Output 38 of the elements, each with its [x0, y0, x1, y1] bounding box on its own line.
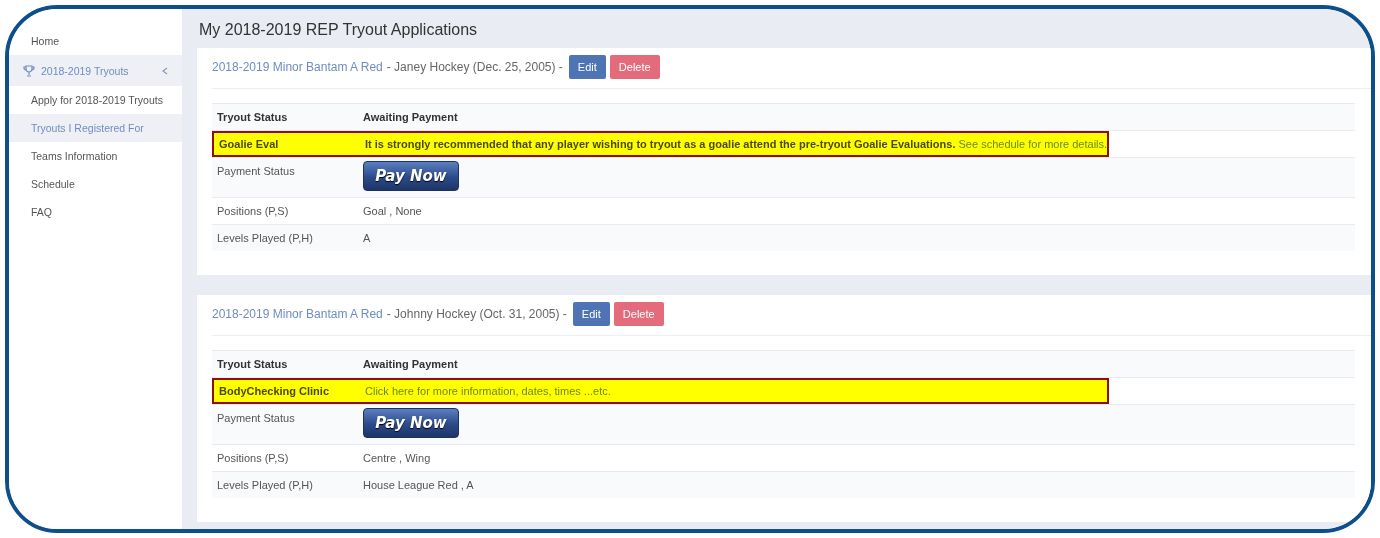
- alert-text: It is strongly recommended that any player wishing to tryout as a goalie attend the pre-tryout Goalie Evaluations.: [365, 138, 956, 150]
- table-cell-text: House League Red , A: [363, 478, 474, 491]
- table-cell-text: Goal , None: [363, 204, 422, 217]
- table-cell-text: Levels Played (P,H): [216, 231, 314, 244]
- player-name: - Janey Hockey (Dec. 25, 2005) -: [386, 60, 563, 74]
- table-cell-text: Centre , Wing: [363, 451, 431, 464]
- division-link[interactable]: 2018-2019 Minor Bantam A Red: [212, 307, 383, 321]
- sidebar-item[interactable]: 2018-2019 Tryouts: [9, 55, 182, 86]
- edit-button[interactable]: Edit: [568, 55, 606, 79]
- division-link[interactable]: 2018-2019 Minor Bantam A Red: [212, 60, 383, 74]
- alert-label: BodyChecking Clinic: [218, 385, 331, 397]
- edit-button[interactable]: Edit: [572, 302, 610, 326]
- page-title: My 2018-2019 REP Tryout Applications: [199, 21, 479, 39]
- table-cell-text: Positions (P,S): [216, 451, 290, 464]
- sidebar-subitem[interactable]: FAQ: [9, 198, 182, 226]
- table-header: Awaiting Payment: [363, 110, 458, 123]
- alert-label: Goalie Eval: [218, 138, 280, 150]
- table-header: Tryout Status: [216, 357, 289, 370]
- table-cell-text: Positions (P,S): [216, 204, 290, 217]
- sidebar-item[interactable]: Home: [9, 27, 182, 55]
- sidebar-subitem[interactable]: Teams Information: [9, 142, 182, 170]
- sidebar-subitem[interactable]: Schedule: [9, 170, 182, 198]
- details-link[interactable]: See schedule for more details.: [958, 138, 1108, 150]
- delete-button[interactable]: Delete: [609, 55, 660, 79]
- table-cell-text: Payment Status: [216, 164, 296, 177]
- pay-now-button[interactable]: Pay Now: [363, 161, 459, 191]
- table-header: Tryout Status: [216, 110, 289, 123]
- table-cell-text: A: [363, 231, 371, 244]
- table-cell-text: Levels Played (P,H): [216, 478, 314, 491]
- delete-button[interactable]: Delete: [613, 302, 664, 326]
- sidebar-subitem[interactable]: Apply for 2018-2019 Tryouts: [9, 86, 182, 114]
- table-header: Awaiting Payment: [363, 357, 458, 370]
- player-name: - Johnny Hockey (Oct. 31, 2005) -: [386, 307, 567, 321]
- sidebar-subitem[interactable]: Tryouts I Registered For: [9, 114, 182, 142]
- pay-now-button[interactable]: Pay Now: [363, 408, 459, 438]
- trophy-icon: [23, 64, 35, 77]
- details-link[interactable]: Click here for more information, dates, times ...etc.: [365, 385, 611, 397]
- table-cell-text: Payment Status: [216, 411, 296, 424]
